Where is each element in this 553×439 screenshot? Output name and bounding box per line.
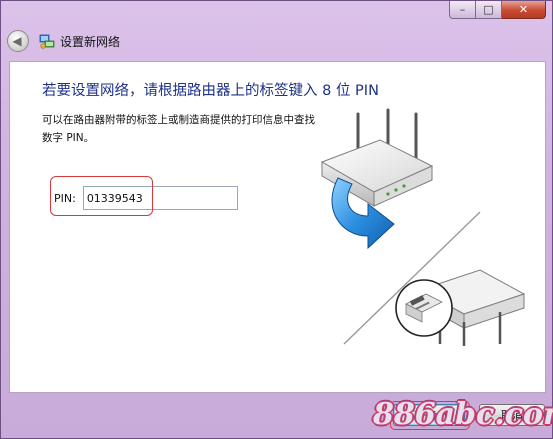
close-icon: ✕ <box>518 3 529 16</box>
back-arrow-icon: ◀ <box>12 34 22 48</box>
network-setup-icon <box>39 34 55 49</box>
close-button[interactable]: ✕ <box>502 1 546 19</box>
caption-buttons: – □ ✕ <box>449 1 546 21</box>
router-illustration <box>320 108 526 346</box>
instruction-text: 可以在路由器附带的标签上或制造商提供的打印信息中查找数字 PIN。 <box>42 114 315 144</box>
window-title: 设置新网络 <box>60 34 121 49</box>
content-pane: 若要设置网络，请根据路由器上的标签键入 8 位 PIN 可以在路由器附带的标签上… <box>9 61 546 393</box>
page-heading: 若要设置网络，请根据路由器上的标签键入 8 位 PIN <box>42 83 379 99</box>
maximize-button[interactable]: □ <box>476 1 502 19</box>
label-magnifier <box>395 279 453 337</box>
title-bar: ◀ 设置新网络 <box>7 27 546 55</box>
dialog-window: – □ ✕ ◀ 设置新网络 若要设置网络，请根据路由器上的标签键入 8 位 PI… <box>0 0 553 439</box>
site-watermark: 886abc.com <box>373 397 553 432</box>
back-button[interactable]: ◀ <box>7 30 29 52</box>
maximize-icon: □ <box>483 3 494 16</box>
minimize-icon: – <box>459 3 466 16</box>
minimize-button[interactable]: – <box>449 1 476 19</box>
pin-highlight-annotation <box>50 176 153 216</box>
